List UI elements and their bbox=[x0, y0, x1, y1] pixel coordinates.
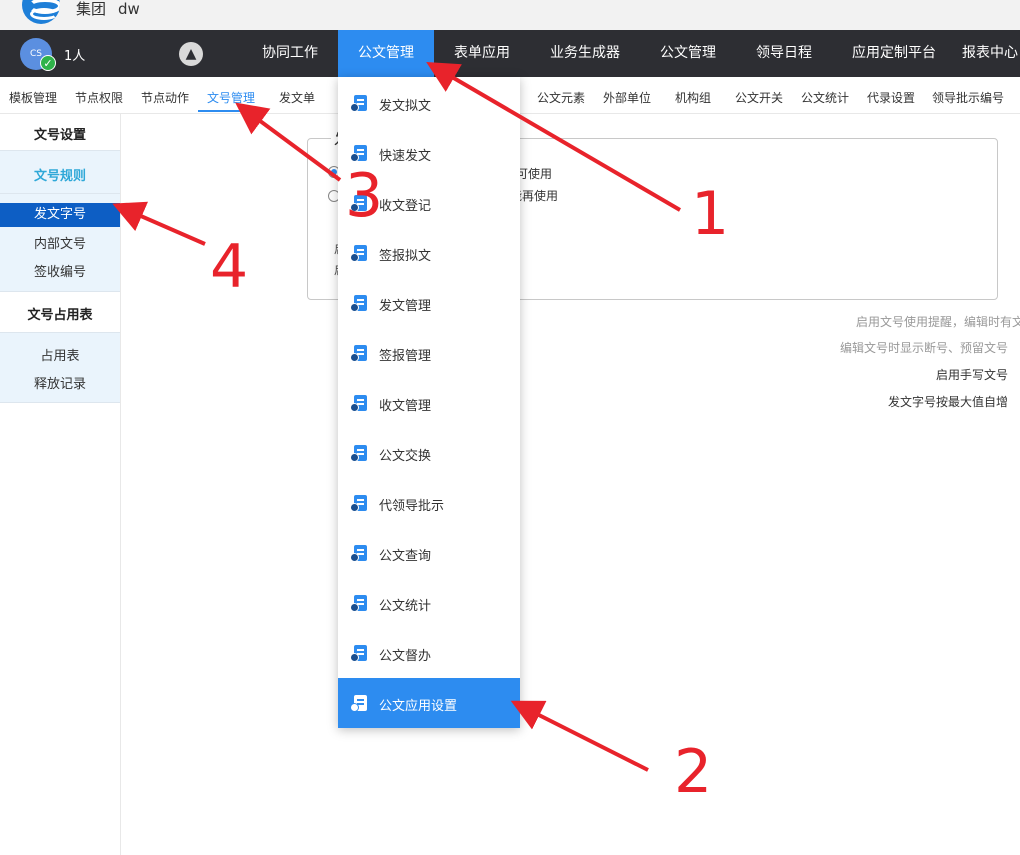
menu-item-report-mgmt[interactable]: 签报管理 bbox=[338, 328, 520, 378]
menu-item-receipt-mgmt[interactable]: 收文管理 bbox=[338, 378, 520, 428]
menu-item-dispatch-mgmt[interactable]: 发文管理 bbox=[338, 278, 520, 328]
menu-item-doc-stats[interactable]: 公文统计 bbox=[338, 578, 520, 628]
document-icon bbox=[350, 245, 368, 262]
nav-item-collab[interactable]: 协同工作 bbox=[247, 30, 333, 77]
subnav-leader-instruction-no[interactable]: 领导批示编号 bbox=[932, 89, 1004, 106]
sidebar-section-number-usage: 文号占用表 bbox=[27, 308, 93, 323]
menu-item-draft-report[interactable]: 签报拟文 bbox=[338, 228, 520, 278]
subnav-node-permission[interactable]: 节点权限 bbox=[75, 89, 123, 106]
top-nav: CS ✓ 1人 ▲ 协同工作 公文管理 表单应用 业务生成器 公文管理 领导日程… bbox=[0, 30, 1020, 77]
document-icon bbox=[350, 495, 368, 512]
sidebar: 文号设置 文号规则 发文字号 内部文号 签收编号 文号占用表 占用表 释放记录 bbox=[0, 114, 121, 855]
nav-item-app-platform[interactable]: 应用定制平台 bbox=[838, 30, 950, 77]
setting-number-reminder: 启用文号使用提醒，编辑时有文 bbox=[855, 315, 1020, 329]
nav-item-document-mgmt[interactable]: 公文管理 bbox=[338, 30, 434, 77]
sidebar-item-number-rules[interactable]: 文号规则 bbox=[0, 165, 120, 184]
nav-item-report-center[interactable]: 报表中心 bbox=[962, 30, 1020, 77]
subnav-doc-switch[interactable]: 公文开关 bbox=[735, 89, 783, 106]
nav-item-biz-generator[interactable]: 业务生成器 bbox=[536, 30, 634, 77]
nav-item-leader-schedule[interactable]: 领导日程 bbox=[742, 30, 826, 77]
annotation-label-1: 1 bbox=[691, 179, 730, 249]
setting-handwritten-number: 启用手写文号 bbox=[935, 368, 1008, 382]
subnav-proxy-settings[interactable]: 代录设置 bbox=[867, 89, 915, 106]
subnav-external-units[interactable]: 外部单位 bbox=[603, 89, 651, 106]
menu-item-label: 发文管理 bbox=[379, 299, 432, 314]
nav-item-form-apps[interactable]: 表单应用 bbox=[440, 30, 524, 77]
menu-item-label: 公文统计 bbox=[379, 599, 432, 614]
menu-item-draft-dispatch[interactable]: 发文拟文 bbox=[338, 78, 520, 128]
company-label: 集团 bbox=[76, 0, 107, 18]
sidebar-item-usage-table[interactable]: 占用表 bbox=[0, 345, 120, 364]
divider bbox=[0, 402, 120, 403]
document-icon bbox=[350, 695, 368, 712]
menu-item-label: 签报拟文 bbox=[379, 249, 432, 264]
menu-item-label: 公文督办 bbox=[379, 649, 432, 664]
setting-auto-increment: 发文字号按最大值自增 bbox=[887, 395, 1008, 409]
annotation-label-3: 3 bbox=[345, 161, 384, 231]
menu-item-label: 快速发文 bbox=[379, 149, 432, 164]
arrow-2 bbox=[510, 700, 649, 772]
online-check-icon: ✓ bbox=[40, 55, 56, 71]
menu-item-label: 收文管理 bbox=[379, 399, 432, 414]
user-name: dw bbox=[118, 0, 140, 18]
menu-item-label: 收文登记 bbox=[379, 199, 432, 214]
arrow-4 bbox=[112, 201, 206, 246]
navigation-arrow-icon[interactable]: ▲ bbox=[179, 42, 203, 66]
document-icon bbox=[350, 95, 368, 112]
menu-item-label: 签报管理 bbox=[379, 349, 432, 364]
divider bbox=[0, 291, 120, 292]
sidebar-item-dispatch-number[interactable]: 发文字号 bbox=[0, 203, 120, 227]
menu-item-proxy-instruction[interactable]: 代领导批示 bbox=[338, 478, 520, 528]
menu-item-doc-supervise[interactable]: 公文督办 bbox=[338, 628, 520, 678]
sidebar-item-internal-number[interactable]: 内部文号 bbox=[0, 233, 120, 252]
subnav-doc-elements[interactable]: 公文元素 bbox=[537, 89, 585, 106]
menu-item-doc-exchange[interactable]: 公文交换 bbox=[338, 428, 520, 478]
subnav-dispatch-form[interactable]: 发文单 bbox=[279, 89, 315, 106]
annotation-label-4: 4 bbox=[210, 232, 249, 302]
sidebar-item-receipt-number[interactable]: 签收编号 bbox=[0, 261, 120, 280]
document-icon bbox=[350, 395, 368, 412]
setting-show-gaps: 编辑文号时显示断号、预留文号 bbox=[839, 341, 1008, 355]
subnav-node-action[interactable]: 节点动作 bbox=[141, 89, 189, 106]
menu-item-label: 公文交换 bbox=[379, 449, 432, 464]
company-name: 集团 dw bbox=[76, 0, 140, 19]
menu-item-doc-app-settings[interactable]: 公文应用设置 bbox=[338, 678, 520, 728]
menu-item-label: 公文应用设置 bbox=[379, 699, 458, 714]
document-icon bbox=[350, 345, 368, 362]
document-icon bbox=[350, 445, 368, 462]
menu-item-label: 代领导批示 bbox=[379, 499, 445, 514]
subnav-template-mgmt[interactable]: 模板管理 bbox=[9, 89, 57, 106]
title-bar: 集团 dw bbox=[0, 0, 1020, 30]
people-count[interactable]: 1人 bbox=[64, 45, 85, 64]
radio-option-1-label: 可使用 bbox=[516, 167, 553, 181]
subnav-doc-stats[interactable]: 公文统计 bbox=[801, 89, 849, 106]
sidebar-section-number-settings: 文号设置 bbox=[33, 128, 86, 143]
sidebar-item-release-log[interactable]: 释放记录 bbox=[0, 373, 120, 392]
menu-item-label: 公文查询 bbox=[379, 549, 432, 564]
document-icon bbox=[350, 545, 368, 562]
annotation-label-2: 2 bbox=[674, 737, 713, 807]
menu-item-label: 发文拟文 bbox=[379, 99, 432, 114]
subnav-org-groups[interactable]: 机构组 bbox=[675, 89, 711, 106]
subnav-number-mgmt[interactable]: 文号管理 bbox=[207, 89, 255, 106]
document-icon bbox=[350, 295, 368, 312]
document-icon bbox=[350, 595, 368, 612]
menu-item-doc-query[interactable]: 公文查询 bbox=[338, 528, 520, 578]
nav-item-document-mgmt-2[interactable]: 公文管理 bbox=[646, 30, 730, 77]
active-tab-indicator bbox=[198, 110, 264, 112]
company-logo bbox=[22, 0, 60, 24]
document-icon bbox=[350, 645, 368, 662]
document-icon bbox=[350, 145, 368, 162]
